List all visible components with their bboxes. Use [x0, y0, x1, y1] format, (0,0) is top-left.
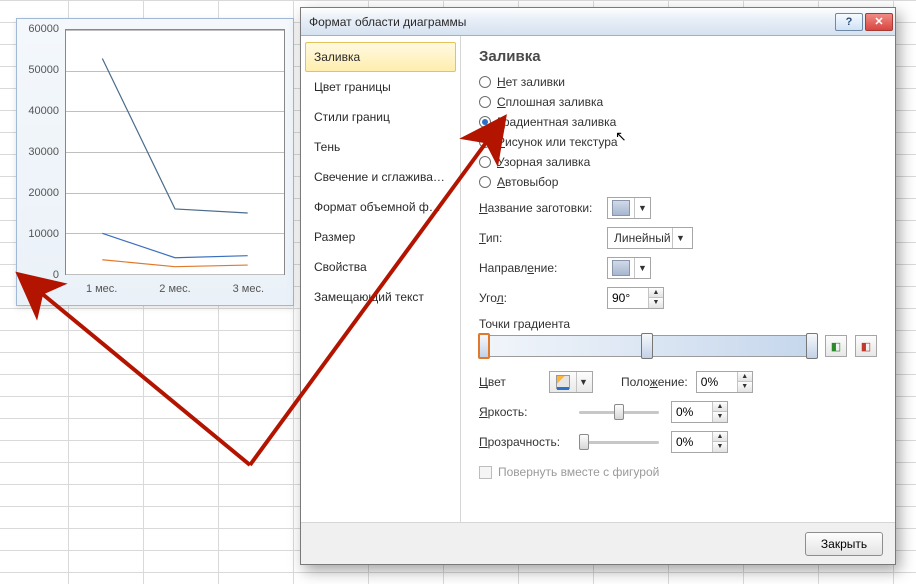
sidebar-item[interactable]: Размер — [305, 222, 456, 252]
fill-option-label: Градиентная заливка — [497, 115, 616, 129]
preset-dropdown[interactable]: ▼ — [607, 197, 651, 219]
spin-down-icon[interactable]: ▼ — [738, 382, 752, 392]
spin-up-icon[interactable]: ▲ — [738, 372, 752, 382]
fill-option[interactable]: Нет заливки — [479, 75, 877, 89]
gradient-bar[interactable] — [479, 335, 817, 357]
fill-option-label: Автовыбор — [497, 175, 558, 189]
dialog-titlebar[interactable]: Формат области диаграммы ? ✕ — [301, 8, 895, 36]
sidebar-item[interactable]: Замещающий текст — [305, 282, 456, 312]
sidebar-item[interactable]: Заливка — [305, 42, 456, 72]
sidebar-item[interactable]: Свечение и сглаживание — [305, 162, 456, 192]
section-title: Заливка — [479, 48, 877, 65]
label-gradient-stops: Точки градиента — [479, 317, 877, 331]
color-picker[interactable]: ▼ — [549, 371, 593, 393]
paint-bucket-icon — [556, 375, 570, 389]
position-input[interactable] — [697, 373, 737, 391]
plot-area — [65, 29, 285, 275]
spin-up-icon[interactable]: ▲ — [713, 402, 727, 412]
label-direction: Направление: — [479, 261, 607, 275]
fill-option-label: Узорная заливка — [497, 155, 590, 169]
gradient-stop[interactable] — [641, 333, 653, 359]
fill-option-label: Нет заливки — [497, 75, 565, 89]
radio-icon — [479, 176, 491, 188]
preset-swatch-icon — [612, 200, 630, 216]
sidebar-item[interactable]: Тень — [305, 132, 456, 162]
transparency-slider[interactable] — [579, 431, 659, 453]
gradient-stop[interactable] — [478, 333, 490, 359]
label-type: Тип: — [479, 231, 607, 245]
close-icon: ✕ — [874, 15, 883, 28]
brightness-spinner[interactable]: ▲▼ — [671, 401, 728, 423]
label-brightness: Яркость: — [479, 405, 579, 419]
chevron-down-icon: ▼ — [634, 258, 650, 278]
dialog-title: Формат области диаграммы — [309, 15, 466, 29]
chart-area[interactable]: 0 10000 20000 30000 40000 50000 60000 1 мес. 2 … — [16, 18, 294, 306]
spin-down-icon[interactable]: ▼ — [713, 442, 727, 452]
y-tick-label: 60000 — [28, 23, 59, 35]
dialog-content: Заливка Нет заливки Сплошная заливка Гради… — [461, 36, 895, 522]
rotate-with-shape-checkbox — [479, 466, 492, 479]
y-tick-label: 40000 — [28, 105, 59, 117]
sidebar-item[interactable]: Свойства — [305, 252, 456, 282]
chevron-down-icon: ▼ — [576, 372, 590, 392]
type-value: Линейный — [614, 231, 671, 245]
sidebar-item[interactable]: Цвет границы — [305, 72, 456, 102]
chevron-down-icon: ▼ — [672, 228, 688, 248]
label-color: Цвет — [479, 375, 549, 389]
label-preset: Название заготовки: — [479, 201, 607, 215]
spin-up-icon[interactable]: ▲ — [649, 288, 663, 298]
fill-option[interactable]: Автовыбор — [479, 175, 877, 189]
gradient-stop[interactable] — [806, 333, 818, 359]
transparency-input[interactable] — [672, 433, 712, 451]
position-spinner[interactable]: ▲▼ — [696, 371, 753, 393]
sidebar-item[interactable]: Формат объемной фигуры — [305, 192, 456, 222]
y-tick-label: 10000 — [28, 228, 59, 240]
window-close-button[interactable]: ✕ — [865, 13, 893, 31]
dialog-sidebar: ЗаливкаЦвет границыСтили границТеньСвече… — [301, 36, 461, 522]
brightness-slider[interactable] — [579, 401, 659, 423]
radio-icon — [479, 156, 491, 168]
type-dropdown[interactable]: Линейный▼ — [607, 227, 693, 249]
direction-dropdown[interactable]: ▼ — [607, 257, 651, 279]
help-button[interactable]: ? — [835, 13, 863, 31]
remove-stop-icon: ◧ — [861, 340, 871, 353]
transparency-spinner[interactable]: ▲▼ — [671, 431, 728, 453]
fill-option[interactable]: Узорная заливка — [479, 155, 877, 169]
close-button[interactable]: Закрыть — [805, 532, 883, 556]
label-angle: Угол: — [479, 291, 607, 305]
add-gradient-stop-button[interactable]: ◧ — [825, 335, 847, 357]
spin-up-icon[interactable]: ▲ — [713, 432, 727, 442]
angle-spinner[interactable]: ▲▼ — [607, 287, 664, 309]
direction-swatch-icon — [612, 260, 630, 276]
radio-icon — [479, 116, 491, 128]
label-rotate-with-shape: Повернуть вместе с фигурой — [498, 465, 659, 479]
radio-icon — [479, 136, 491, 148]
x-tick-label: 2 мес. — [159, 283, 190, 295]
y-tick-label: 0 — [53, 269, 59, 281]
label-position: Положение: — [621, 375, 688, 389]
y-tick-label: 30000 — [28, 146, 59, 158]
help-icon: ? — [846, 16, 853, 28]
fill-option-label: Сплошная заливка — [497, 95, 603, 109]
fill-option[interactable]: Сплошная заливка — [479, 95, 877, 109]
sidebar-item[interactable]: Стили границ — [305, 102, 456, 132]
x-tick-label: 1 мес. — [86, 283, 117, 295]
fill-option[interactable]: Градиентная заливка — [479, 115, 877, 129]
y-tick-label: 50000 — [28, 64, 59, 76]
format-dialog: Формат области диаграммы ? ✕ ЗаливкаЦвет… — [300, 7, 896, 565]
chevron-down-icon: ▼ — [634, 198, 650, 218]
radio-icon — [479, 96, 491, 108]
fill-option[interactable]: Рисунок или текстура — [479, 135, 877, 149]
add-stop-icon: ◧ — [831, 340, 841, 353]
y-tick-label: 20000 — [28, 187, 59, 199]
fill-option-label: Рисунок или текстура — [497, 135, 618, 149]
spin-down-icon[interactable]: ▼ — [649, 298, 663, 308]
brightness-input[interactable] — [672, 403, 712, 421]
label-transparency: Прозрачность: — [479, 435, 579, 449]
angle-input[interactable] — [608, 289, 648, 307]
x-tick-label: 3 мес. — [233, 283, 264, 295]
spin-down-icon[interactable]: ▼ — [713, 412, 727, 422]
radio-icon — [479, 76, 491, 88]
remove-gradient-stop-button[interactable]: ◧ — [855, 335, 877, 357]
